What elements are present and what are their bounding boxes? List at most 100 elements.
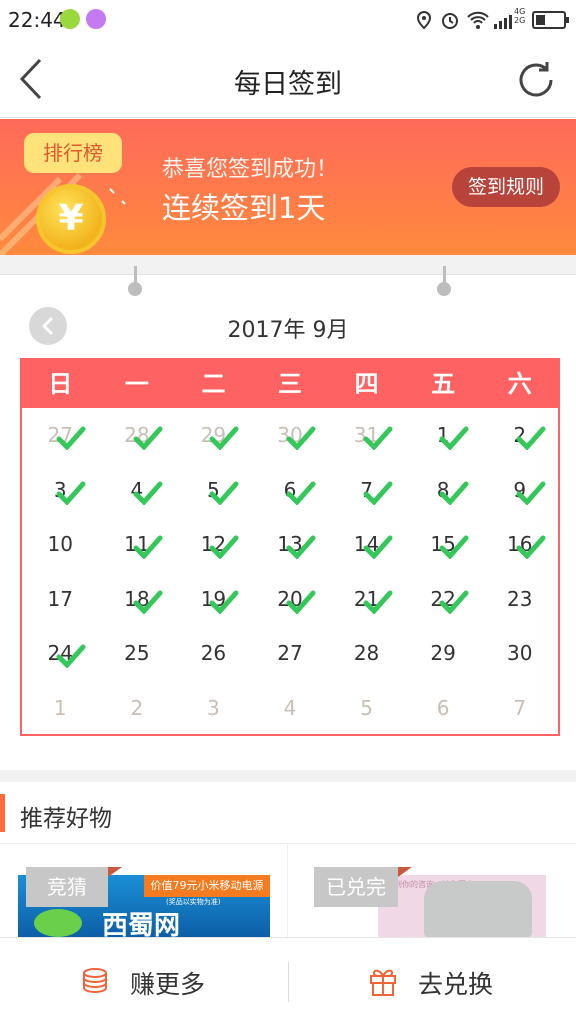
recommend-header: 推荐好物 [0,782,576,844]
calendar-day[interactable]: 27 [22,408,98,462]
checkmark-icon [286,535,316,559]
calendar-day[interactable]: 9 [482,463,558,517]
weekday-label: 三 [278,370,303,398]
calendar-day[interactable]: 2 [482,408,558,462]
calendar-day[interactable]: 5 [175,463,251,517]
page-title: 每日签到 [234,69,342,100]
calendar-day[interactable]: 17 [22,572,98,626]
checkmark-icon [363,426,393,450]
calendar-day[interactable]: 2 [99,681,175,735]
calendar-day[interactable]: 21 [329,572,405,626]
network-type: 4G 2G [514,7,526,25]
calendar-day[interactable]: 11 [99,517,175,571]
calendar-day[interactable]: 31 [329,408,405,462]
product-badge: 竞猜 [26,867,108,907]
checkin-rules-button[interactable]: 签到规则 [452,167,560,207]
checkmark-icon [209,426,239,450]
redeem-button[interactable]: 去兑换 [288,938,576,1025]
calendar-day[interactable]: 29 [405,626,481,680]
gift-icon [370,969,396,996]
calendar-day[interactable]: 8 [405,463,481,517]
product-card[interactable]: 价值79元小米移动电源 (奖品以实物为准) 西蜀网 竞猜 [0,845,288,937]
checkmark-icon [209,535,239,559]
section-divider [0,255,576,275]
weekday-label: 六 [507,370,532,398]
product-brand: 西蜀网 [102,911,181,937]
calendar-day[interactable]: 3 [175,681,251,735]
checkmark-icon [209,481,239,505]
calendar-day[interactable]: 7 [482,681,558,735]
recommend-title: 推荐好物 [20,806,112,832]
checkmark-icon [133,590,163,614]
product-badge: 已兑完 [314,867,398,907]
checkmark-icon [516,426,546,450]
location-icon [416,10,432,30]
calendar-day[interactable]: 26 [175,626,251,680]
checkmark-icon [363,481,393,505]
calendar-day[interactable]: 5 [329,681,405,735]
redeem-label: 去兑换 [418,970,494,999]
day-number: 27 [277,641,303,665]
calendar-day[interactable]: 15 [405,517,481,571]
calendar-pin [128,266,142,296]
success-message: 恭喜您签到成功！ [162,157,339,182]
day-number: 28 [353,641,380,665]
checkmark-icon [286,481,316,505]
product-card[interactable]: 遭到你的咨询，请你更多 已兑完 [288,845,576,937]
day-number: 4 [283,695,297,720]
checkmark-icon [133,481,163,505]
day-number: 6 [436,695,450,720]
calendar-day[interactable]: 7 [329,463,405,517]
checkin-banner: 排行榜 ¥ 恭喜您签到成功！ 连续签到1天 签到规则 [0,119,576,255]
day-number: 29 [430,641,456,665]
earn-more-button[interactable]: 赚更多 [0,938,288,1025]
checkmark-icon [439,426,469,450]
calendar-day[interactable]: 28 [99,408,175,462]
checkmark-icon [516,481,546,505]
calendar-day[interactable]: 6 [405,681,481,735]
weekday-label: 日 [48,370,73,398]
calendar-day[interactable]: 29 [175,408,251,462]
calendar-day[interactable]: 6 [252,463,328,517]
checkmark-icon [56,644,86,668]
badge-corner [108,867,122,877]
calendar-day[interactable]: 24 [22,626,98,680]
day-number: 17 [47,586,73,611]
calendar-day[interactable]: 14 [329,517,405,571]
calendar-day[interactable]: 23 [482,572,558,626]
day-number: 23 [506,586,533,611]
calendar-day[interactable]: 20 [252,572,328,626]
checkmark-icon [56,481,86,505]
calendar-day[interactable]: 27 [252,626,328,680]
calendar-day[interactable]: 12 [175,517,251,571]
wifi-icon [467,11,489,29]
calendar-day[interactable]: 16 [482,517,558,571]
calendar-day[interactable]: 30 [482,626,558,680]
day-number: 30 [506,641,533,665]
calendar-day[interactable]: 10 [22,517,98,571]
calendar-day[interactable]: 4 [99,463,175,517]
product-photo [424,881,532,937]
calendar-day[interactable]: 22 [405,572,481,626]
day-number: 3 [207,695,220,720]
calendar-day[interactable]: 28 [329,626,405,680]
calendar-day[interactable]: 18 [99,572,175,626]
calendar-day[interactable]: 1 [22,681,98,735]
weekday-label: 一 [124,370,149,398]
calendar-day[interactable]: 3 [22,463,98,517]
product-banner-text: 价值79元小米移动电源 [144,875,270,897]
calendar-day[interactable]: 1 [405,408,481,462]
calendar-day[interactable]: 4 [252,681,328,735]
coin-symbol: ¥ [58,198,84,239]
day-number: 7 [513,695,527,720]
product-image: 遭到你的咨询，请你更多 [378,875,546,937]
browser-notification-icon [86,9,106,29]
calendar-day[interactable]: 30 [252,408,328,462]
calendar-day[interactable]: 25 [99,626,175,680]
earn-more-label: 赚更多 [130,970,206,999]
refresh-icon[interactable] [514,58,558,102]
calendar-day[interactable]: 13 [252,517,328,571]
alarm-icon [442,13,458,29]
calendar-day[interactable]: 19 [175,572,251,626]
leaderboard-tag[interactable]: 排行榜 [24,133,122,173]
